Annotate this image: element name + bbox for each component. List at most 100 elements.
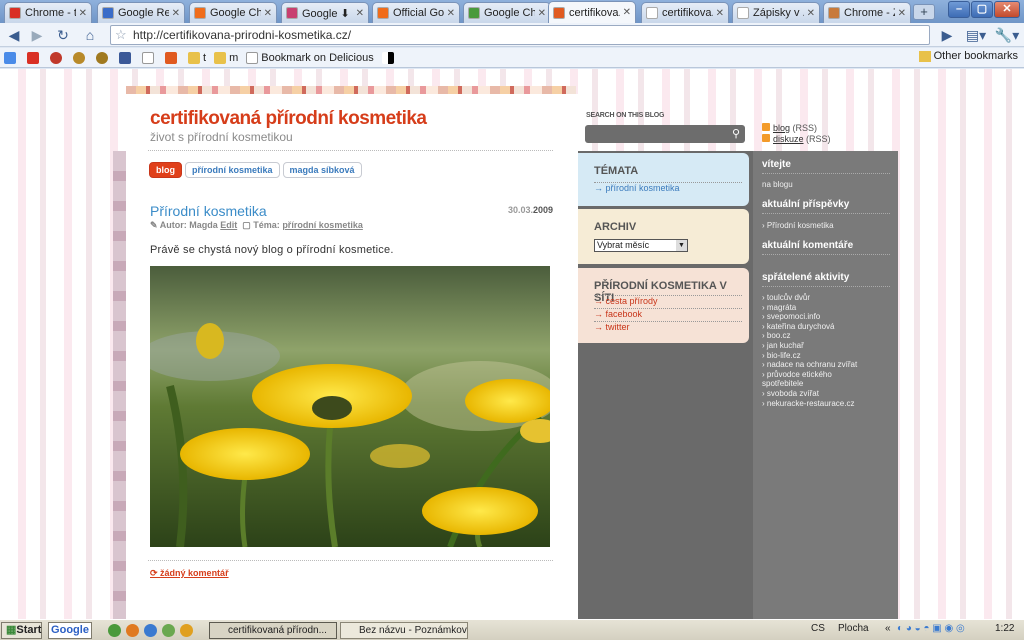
close-tab-icon[interactable]: ✕ (356, 8, 364, 19)
friend-link[interactable]: › jan kuchař (762, 341, 892, 351)
maximize-button[interactable]: ▢ (971, 1, 993, 18)
desktop-toolbar[interactable]: Plocha (838, 623, 869, 634)
topic-link[interactable]: přírodní kosmetika (282, 220, 363, 230)
page-menu-icon[interactable]: ▤▾ (962, 26, 990, 44)
tray-expand-icon[interactable]: « (885, 623, 891, 634)
friend-link[interactable]: › průvodce etického (762, 370, 892, 380)
close-window-button[interactable]: ✕ (994, 1, 1020, 18)
bookmark-delicious[interactable]: Bookmark on Delicious (246, 51, 374, 64)
app2-quicklaunch-icon[interactable] (180, 624, 193, 637)
tab-blog[interactable]: blog (149, 162, 182, 178)
minimize-button[interactable]: – (948, 1, 970, 18)
taskbar: ▦Start Google certifikovaná přírodn... B… (0, 619, 1024, 640)
go-icon[interactable]: ▶ (937, 26, 957, 44)
tab-title: certifikova... (569, 6, 620, 19)
bookmark-folder-m[interactable]: m (214, 51, 238, 64)
delicious-icon[interactable] (381, 51, 397, 64)
tab-title: Google Chr... (484, 7, 535, 19)
start-button[interactable]: ▦Start (1, 622, 42, 639)
language-indicator[interactable]: CS (811, 623, 825, 634)
ie-quicklaunch-icon[interactable] (144, 624, 157, 637)
close-tab-icon[interactable]: ✕ (807, 8, 815, 19)
post-title[interactable]: Přírodní kosmetika (150, 203, 267, 219)
search-input[interactable]: ⚲ (585, 125, 745, 143)
friend-link[interactable]: › kateřina durychová (762, 322, 892, 332)
chrome-quicklaunch-icon[interactable] (108, 624, 121, 637)
tab-7[interactable]: certifikova...✕ (548, 1, 636, 23)
box-temata-title: TÉMATA (594, 165, 639, 177)
friend-link[interactable]: › svoboda zvířat (762, 389, 892, 399)
block-bookmark-icon[interactable] (50, 51, 65, 64)
back-icon[interactable]: ◀ (4, 26, 24, 44)
wrench-menu-icon[interactable]: 🔧▾ (993, 26, 1021, 44)
other-bookmarks[interactable]: Other bookmarks (918, 50, 1018, 62)
archive-select[interactable]: Vybrat měsíc ▼ (594, 239, 688, 252)
address-bar[interactable]: ☆ http://certifikovana-prirodni-kosmetik… (110, 25, 930, 45)
close-tab-icon[interactable]: ✕ (447, 8, 455, 19)
search-icon[interactable]: ⚲ (732, 127, 740, 140)
nav-tabs: blog přírodní kosmetika magda síbková (149, 162, 365, 178)
tab-8[interactable]: certifikova...✕ (641, 2, 729, 23)
close-tab-icon[interactable]: ✕ (898, 8, 906, 19)
dandelion-image (150, 266, 550, 547)
tab-magda-sibkova[interactable]: magda síbková (282, 162, 362, 178)
recent-post-item[interactable]: › Přírodní kosmetika (762, 221, 834, 230)
close-tab-icon[interactable]: ✕ (172, 8, 180, 19)
link-twitter[interactable]: → twitter (594, 321, 742, 332)
firefox-quicklaunch-icon[interactable] (126, 624, 139, 637)
tab-5[interactable]: Official Go...✕ (372, 2, 460, 23)
google-bookmark-icon[interactable] (4, 51, 19, 64)
edit-link[interactable]: Edit (220, 220, 237, 230)
link-cesta-prirody[interactable]: → cesta přírody (594, 295, 742, 306)
star-bookmark-icon[interactable] (73, 51, 88, 64)
link-facebook[interactable]: → facebook (594, 308, 742, 319)
author-icon: ✎ (150, 220, 158, 230)
comment-icon: ⟳ (150, 568, 161, 578)
bookmark-folder-t[interactable]: t (188, 51, 206, 64)
friend-link[interactable]: › nadace na ochranu zvířat (762, 360, 892, 370)
google-search-box[interactable]: Google (48, 622, 92, 639)
tab-1[interactable]: Chrome - t...✕ (4, 2, 92, 23)
tab-10[interactable]: Chrome - Z...✕ (823, 2, 911, 23)
bookmark-star-icon[interactable]: ☆ (115, 26, 127, 44)
gmail-bookmark-icon[interactable] (27, 51, 42, 64)
forward-icon[interactable]: ▶ (27, 26, 47, 44)
facebook-bookmark-icon[interactable] (119, 51, 134, 64)
tab-3[interactable]: Google Ch...✕ (189, 2, 277, 23)
new-tab-button[interactable]: + (913, 4, 935, 20)
friend-link[interactable]: › bio-life.cz (762, 351, 892, 361)
tray-icons[interactable]: ◐ ◕ ◒ ◓ ▣ ◉ ◎ (897, 623, 965, 634)
friend-link[interactable]: › toulcův dvůr (762, 293, 892, 303)
rss-blog-link[interactable]: blog (773, 123, 790, 133)
friend-link[interactable]: › magráta (762, 303, 892, 313)
tab-2[interactable]: Google Re...✕ (97, 2, 185, 23)
close-tab-icon[interactable]: ✕ (538, 8, 546, 19)
tab-4[interactable]: Google ⬇ ✕ (281, 2, 369, 23)
post-author: Autor: Magda (159, 220, 218, 230)
star2-bookmark-icon[interactable] (96, 51, 111, 64)
friend-link[interactable]: › svepomoci.info (762, 312, 892, 322)
page-bookmark-icon[interactable] (142, 51, 157, 64)
friend-link[interactable]: spotřebitele (762, 379, 892, 389)
tab-6[interactable]: Google Chr...✕ (463, 2, 551, 23)
taskbar-item-browser[interactable]: certifikovaná přírodn... (209, 622, 337, 639)
close-tab-icon[interactable]: ✕ (264, 8, 272, 19)
app-quicklaunch-icon[interactable] (162, 624, 175, 637)
site-title[interactable]: certifikovaná přírodní kosmetika (150, 108, 427, 130)
friend-link[interactable]: › boo.cz (762, 331, 892, 341)
close-tab-icon[interactable]: ✕ (79, 8, 87, 19)
site-bookmark-icon[interactable] (165, 51, 180, 64)
reload-icon[interactable]: ↻ (53, 26, 73, 44)
topic-item[interactable]: → přírodní kosmetika (594, 182, 742, 193)
tab-prirodni-kosmetika[interactable]: přírodní kosmetika (185, 162, 280, 178)
rss-diskuze-link[interactable]: diskuze (773, 134, 804, 144)
chevron-down-icon: ▼ (676, 240, 687, 251)
close-tab-icon[interactable]: ✕ (716, 8, 724, 19)
close-tab-icon[interactable]: ✕ (623, 7, 631, 18)
comments-link[interactable]: ⟳ žádný komentář (150, 568, 229, 579)
tab-title: Zápisky v ... (753, 7, 804, 19)
home-icon[interactable]: ⌂ (80, 26, 100, 44)
tab-9[interactable]: Zápisky v ...✕ (732, 2, 820, 23)
friend-link[interactable]: › nekuracke-restaurace.cz (762, 399, 892, 409)
taskbar-item-notepad[interactable]: Bez názvu - Poznámkový ... (340, 622, 468, 639)
